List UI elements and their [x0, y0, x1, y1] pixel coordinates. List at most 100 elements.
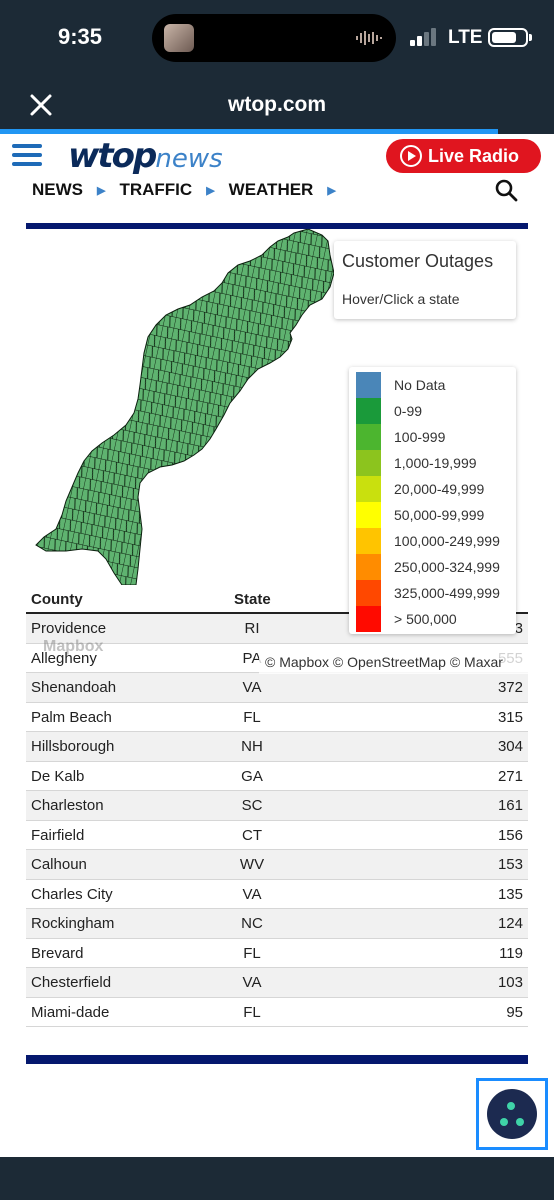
site-header: wtopnews Live Radio NEWS ▶ TRAFFIC ▶ WEATH… [0, 134, 554, 218]
table-row[interactable]: Shenandoah VA 372 [26, 673, 528, 703]
card-subtitle: Hover/Click a state [342, 291, 460, 307]
cell-outages: 304 [497, 738, 523, 755]
table-row[interactable]: De Kalb GA 271 [26, 762, 528, 791]
table-row[interactable]: Chesterfield VA 103 [26, 968, 528, 998]
cell-county: Providence [31, 620, 107, 637]
legend-label: 0-99 [394, 403, 423, 419]
search-icon[interactable] [494, 178, 518, 202]
legend-item: 20,000-49,999 [356, 476, 516, 502]
status-time: 9:35 [58, 24, 103, 49]
logo-primary: wtop [68, 136, 157, 176]
table-row[interactable]: Charles City VA 135 [26, 880, 528, 909]
header-state[interactable]: State [234, 591, 271, 608]
cell-outages: 119 [499, 944, 523, 962]
cell-state: SC [241, 797, 263, 814]
legend-item: 100-999 [356, 424, 516, 450]
cell-outages: 124 [497, 915, 523, 932]
cell-state: FL [243, 1003, 261, 1021]
cell-outages: 271 [497, 767, 523, 785]
network-type: LTE [448, 27, 483, 48]
legend-swatch [356, 476, 381, 502]
legend-label: 250,000-324,999 [394, 559, 500, 575]
cell-state: GA [241, 767, 263, 785]
caret-right-icon: ▶ [97, 184, 106, 197]
cell-county: Fairfield [31, 826, 85, 844]
map-legend: No Data 0-99 100-999 1,000-19,999 20,000-49,… [349, 367, 516, 634]
cell-state: NH [241, 738, 263, 755]
legend-item: 50,000-99,999 [356, 502, 516, 528]
audio-wave-icon [356, 31, 382, 45]
legend-swatch [356, 580, 381, 606]
legend-item: > 500,000 [356, 606, 516, 632]
cell-county: Calhoun [31, 856, 87, 873]
table-body: ProvidenceRI3AlleghenyPA555ShenandoahVA3… [26, 614, 528, 1027]
section-nav: NEWS ▶ TRAFFIC ▶ WEATHER ▶ [32, 178, 350, 202]
browser-url[interactable]: wtop.com [0, 93, 554, 117]
cell-county: De Kalb [31, 767, 85, 785]
nav-item-traffic[interactable]: TRAFFIC [119, 180, 192, 200]
legend-item: 325,000-499,999 [356, 580, 516, 606]
legend-swatch [356, 554, 381, 580]
legend-label: 325,000-499,999 [394, 585, 500, 601]
table-row[interactable]: Palm Beach FL 315 [26, 703, 528, 732]
legend-item: 100,000-249,999 [356, 528, 516, 554]
table-row[interactable]: Brevard FL 119 [26, 939, 528, 968]
cell-county: Miami-dade [31, 1003, 110, 1021]
menu-icon[interactable] [12, 144, 42, 166]
cookie-icon [487, 1089, 537, 1139]
cell-state: FL [243, 944, 261, 962]
nav-item-weather[interactable]: WEATHER [229, 180, 314, 200]
legend-item: No Data [356, 372, 516, 398]
legend-label: 1,000-19,999 [394, 455, 477, 471]
cell-outages: 372 [497, 679, 523, 696]
legend-swatch [356, 372, 381, 398]
map-attribution[interactable]: © Mapbox © OpenStreetMap © Maxar [259, 650, 528, 674]
cell-state: CT [242, 826, 262, 844]
cell-state: VA [242, 885, 262, 903]
cell-state: NC [241, 915, 263, 932]
browser-bottom-bar [0, 1157, 554, 1200]
legend-item: 0-99 [356, 398, 516, 424]
legend-swatch [356, 450, 381, 476]
cell-county: Hillsborough [31, 738, 115, 755]
caret-right-icon: ▶ [327, 184, 336, 197]
header-county[interactable]: County [31, 591, 83, 608]
table-row[interactable]: Fairfield CT 156 [26, 821, 528, 850]
table-row[interactable]: Rockingham NC 124 [26, 909, 528, 939]
site-logo[interactable]: wtopnews [68, 136, 223, 176]
status-bar: 9:35 LTE [0, 0, 554, 78]
section-divider [26, 1055, 528, 1064]
legend-item: 1,000-19,999 [356, 450, 516, 476]
caret-right-icon: ▶ [206, 184, 215, 197]
outage-info-card: Customer Outages Hover/Click a state [334, 241, 516, 319]
table-row[interactable]: Charleston SC 161 [26, 791, 528, 821]
live-radio-button[interactable]: Live Radio [386, 139, 541, 173]
cell-county: Chesterfield [31, 974, 112, 991]
cookie-settings-button[interactable] [476, 1078, 548, 1150]
table-row[interactable]: Miami-dade FL 95 [26, 998, 528, 1027]
cell-state: VA [242, 679, 262, 696]
table-row[interactable]: Calhoun WV 153 [26, 850, 528, 880]
legend-label: No Data [394, 377, 446, 393]
cell-outages: 315 [497, 708, 523, 726]
cell-state: RI [244, 620, 260, 637]
legend-label: > 500,000 [394, 611, 457, 627]
legend-label: 100,000-249,999 [394, 533, 500, 549]
cell-outages: 135 [497, 885, 523, 903]
logo-secondary: news [155, 144, 223, 174]
mapbox-logo[interactable]: Mapbox [43, 638, 103, 656]
legend-swatch [356, 398, 381, 424]
cell-outages: 153 [497, 856, 523, 873]
cell-outages: 103 [497, 974, 523, 991]
nav-item-news[interactable]: NEWS [32, 180, 83, 200]
battery-icon [488, 28, 532, 47]
legend-label: 50,000-99,999 [394, 507, 485, 523]
eastern-us-region [35, 229, 335, 585]
legend-swatch [356, 502, 381, 528]
cell-county: Shenandoah [31, 679, 117, 696]
table-row[interactable]: Hillsborough NH 304 [26, 732, 528, 762]
cell-county: Rockingham [31, 915, 115, 932]
legend-swatch [356, 528, 381, 554]
cell-county: Charles City [31, 885, 113, 903]
browser-toolbar: wtop.com [0, 78, 554, 134]
